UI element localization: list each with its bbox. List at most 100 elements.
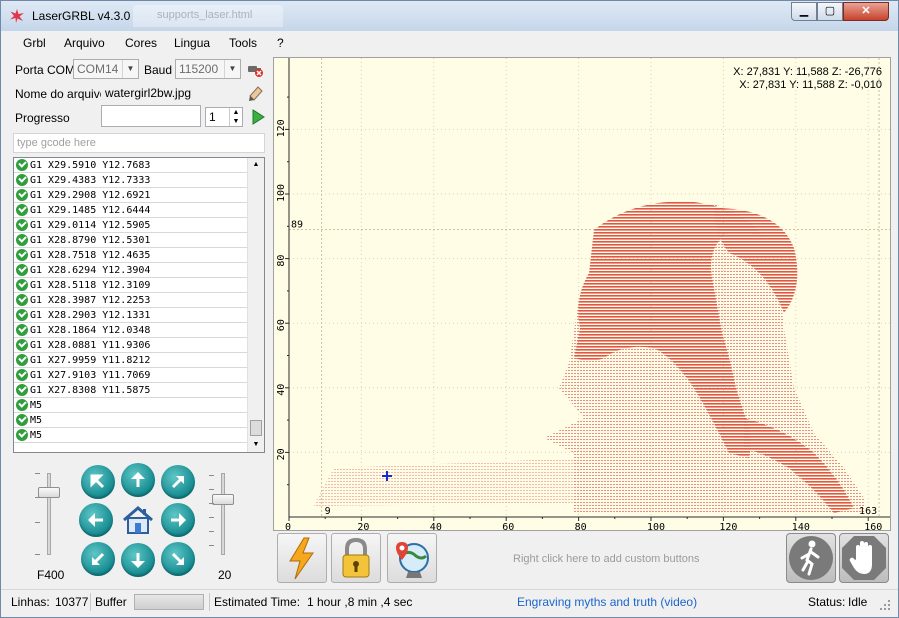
app-window: LaserGRBL v4.3.0 supports_laser.html ▁ ▢… [0,0,899,618]
feed-slider-thumb[interactable] [38,487,60,498]
x-tick-label: 0 [285,522,291,531]
coordinate-line-1: X: 27,831 Y: 11,588 Z: -26,776 [733,66,882,78]
menu-grbl[interactable]: Grbl [23,36,46,50]
menu-tools[interactable]: Tools [229,36,257,50]
check-circle-icon [16,264,28,276]
status-separator [90,593,91,611]
disconnect-icon[interactable] [246,60,264,78]
list-item[interactable]: G1 X29.4383 Y12.7333 [14,173,248,188]
window-title: LaserGRBL v4.3.0 [32,9,131,23]
list-item[interactable]: M5 [14,428,248,443]
x-extent-label-max: 163 [859,506,877,517]
resize-grip-icon[interactable] [879,599,891,611]
scroll-thumb[interactable] [250,420,262,436]
estimated-label: Estimated Time: [214,595,301,609]
baud-select[interactable]: 115200 ▼ [175,59,241,79]
jog-down-button[interactable] [121,543,155,577]
preview-drawing[interactable]: 0 20 40 60 80 100 120 140 160 120 100 80 60 40 20 9 163 8… [274,58,891,531]
lines-label: Linhas: [11,595,50,609]
spinner-arrows-icon[interactable]: ▲ ▼ [229,108,242,126]
list-item[interactable]: G1 X28.0881 Y11.9306 [14,338,248,353]
x-tick-label: 60 [502,522,514,531]
list-item[interactable]: G1 X28.6294 Y12.3904 [14,263,248,278]
y-tick-label: 80 [276,255,287,267]
step-slider-thumb[interactable] [212,494,234,505]
menu-arquivo[interactable]: Arquivo [64,36,105,50]
gcode-list[interactable]: G1 X29.5910 Y12.7683 G1 X29.4383 Y12.7333… [13,157,265,453]
list-item[interactable]: G1 X29.0114 Y12.5905 [14,218,248,233]
list-item[interactable]: G1 X29.5910 Y12.7683 [14,158,248,173]
scroll-up-icon[interactable]: ▲ [248,158,264,172]
list-item[interactable]: G1 X28.7518 Y12.4635 [14,248,248,263]
list-item[interactable]: G1 X27.9959 Y11.8212 [14,353,248,368]
jog-down-right-button[interactable] [161,542,195,576]
open-file-icon[interactable] [247,84,265,102]
list-item[interactable]: G1 X29.2908 Y12.6921 [14,188,248,203]
stop-button[interactable] [839,533,889,583]
jog-up-button[interactable] [121,463,155,497]
passes-spinner[interactable]: 1 ▲ ▼ [205,107,243,127]
list-item[interactable]: G1 X28.5118 Y12.3109 [14,278,248,293]
custom-buttons-hint[interactable]: Right click here to add custom buttons [513,553,699,565]
menu-bar: Grbl Arquivo Cores Lingua Tools ? [9,32,892,54]
play-icon[interactable] [249,108,267,126]
filename-field: watergirl2bw.jpg [101,83,243,103]
menu-help[interactable]: ? [277,36,284,50]
unlock-button[interactable] [331,533,381,583]
slider-tick [209,517,214,518]
jog-left-button[interactable] [79,503,113,537]
set-origin-button[interactable] [387,533,437,583]
check-circle-icon [16,294,28,306]
jog-down-left-button[interactable] [81,542,115,576]
gcode-input[interactable]: type gcode here [13,133,265,153]
step-slider-track[interactable] [221,473,225,555]
feed-slider-track[interactable] [47,473,51,555]
x-tick-label: 100 [647,522,665,531]
slider-tick [209,489,214,490]
list-item[interactable]: G1 X28.8790 Y12.5301 [14,233,248,248]
list-item[interactable]: M5 [14,398,248,413]
jog-up-right-button[interactable] [161,465,195,499]
engraving-preview [314,201,864,513]
minimize-button[interactable]: ▁ [791,2,817,21]
check-circle-icon [16,339,28,351]
check-circle-icon [16,309,28,321]
list-item[interactable]: G1 X29.1485 Y12.6444 [14,203,248,218]
lines-value: 10377 [55,595,89,609]
list-scrollbar[interactable]: ▲ ▼ [247,158,264,452]
jog-up-left-button[interactable] [81,465,115,499]
maximize-button[interactable]: ▢ [817,2,843,21]
list-item[interactable]: G1 X28.1864 Y12.0348 [14,323,248,338]
gcode-text: G1 X29.5910 Y12.7683 [30,160,151,171]
list-item[interactable]: G1 X27.8308 Y11.5875 [14,383,248,398]
y-tick-label: 20 [276,448,287,460]
home-button[interactable] [120,503,156,537]
jog-right-button[interactable] [161,503,195,537]
list-item[interactable]: G1 X28.3987 Y12.2253 [14,293,248,308]
preview-canvas[interactable]: 0 20 40 60 80 100 120 140 160 120 100 80 60 40 20 9 163 8… [273,57,891,531]
baud-value: 115200 [179,62,219,76]
menu-lingua[interactable]: Lingua [174,36,210,50]
list-item[interactable]: M5 [14,413,248,428]
feed-label: F400 [37,568,65,582]
list-item[interactable]: G1 X27.9103 Y11.7069 [14,368,248,383]
arrow-down-left-icon [92,552,105,565]
bottom-toolbar[interactable]: Right click here to add custom buttons [273,531,891,587]
list-item[interactable]: G1 X28.2903 Y12.1331 [14,308,248,323]
walk-button[interactable] [786,533,836,583]
gcode-text: G1 X29.4383 Y12.7333 [30,175,151,186]
port-select[interactable]: COM14 ▼ [73,59,139,79]
laser-on-button[interactable] [277,533,327,583]
close-button[interactable]: ✕ [843,2,889,21]
gcode-text: G1 X28.7518 Y12.4635 [30,250,151,261]
menu-cores[interactable]: Cores [125,36,157,50]
x-tick-label: 80 [575,522,587,531]
scroll-down-icon[interactable]: ▼ [248,438,264,452]
check-circle-icon [16,324,28,336]
progress-label: Progresso [15,111,70,125]
home-icon [123,506,153,534]
video-link[interactable]: Engraving myths and truth (video) [517,595,697,609]
title-bar[interactable]: LaserGRBL v4.3.0 supports_laser.html ▁ ▢… [1,1,898,31]
gcode-text: G1 X29.2908 Y12.6921 [30,190,151,201]
gcode-text: G1 X27.8308 Y11.5875 [30,385,151,396]
